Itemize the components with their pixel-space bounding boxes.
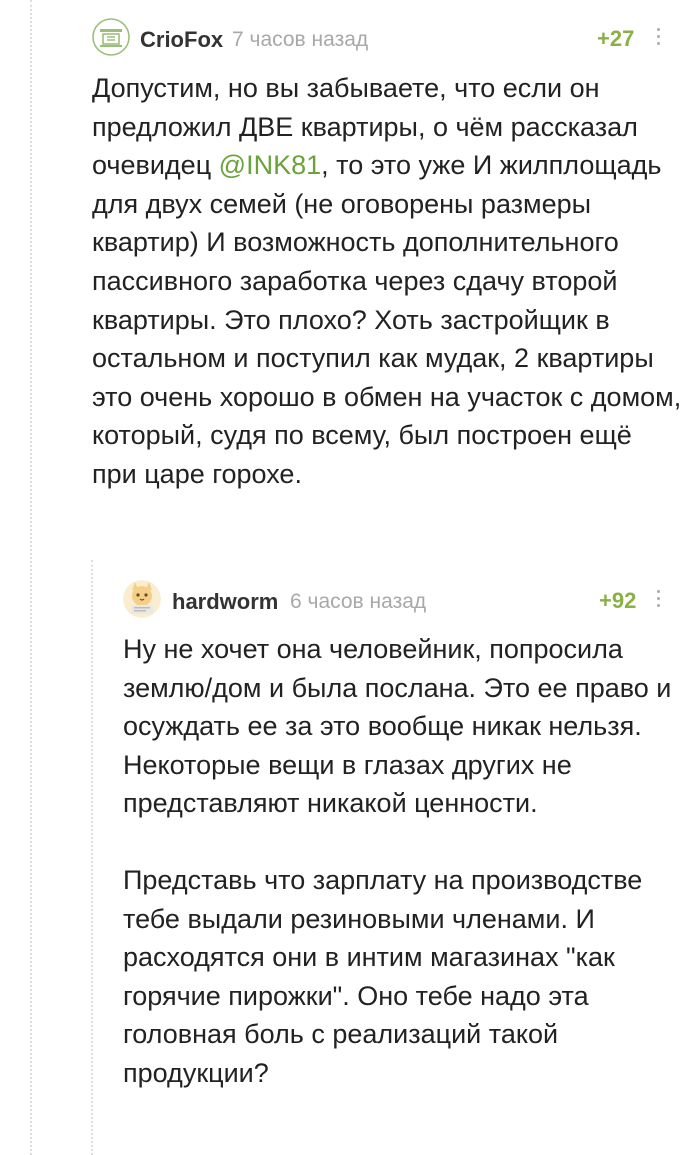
author-link[interactable]: CrioFox bbox=[140, 27, 223, 53]
comment-rating[interactable]: +92 bbox=[599, 588, 636, 614]
comment-timestamp: 7 часов назад bbox=[232, 28, 369, 51]
comment-rating[interactable]: +27 bbox=[597, 26, 634, 52]
default-avatar-icon[interactable] bbox=[92, 18, 130, 56]
comment-body: Ну не хочет она человейник, попросила зе… bbox=[123, 630, 682, 1093]
comment: CrioFox 7 часов назад +27 Допустим, но в… bbox=[92, 18, 682, 494]
cat-avatar-icon[interactable] bbox=[123, 580, 161, 618]
more-options-icon[interactable] bbox=[652, 586, 664, 614]
user-mention-link[interactable]: @INK81 bbox=[219, 150, 321, 180]
thread-line-reply[interactable] bbox=[91, 560, 93, 1155]
comment-timestamp: 6 часов назад bbox=[290, 590, 427, 613]
comment-header: CrioFox 7 часов назад +27 bbox=[92, 18, 682, 62]
reply-comment: hardworm 6 часов назад +92 Ну не хочет о… bbox=[123, 580, 682, 1093]
author-link[interactable]: hardworm bbox=[172, 589, 278, 615]
comment-paragraph: Ну не хочет она человейник, попросила зе… bbox=[123, 634, 672, 819]
thread-line-root[interactable] bbox=[30, 0, 32, 1155]
comment-paragraph: Представь что зарплату на производстве т… bbox=[123, 864, 643, 1088]
more-options-icon[interactable] bbox=[652, 24, 664, 52]
comment-text: , то это уже И жилплощадь для двух семей… bbox=[92, 150, 682, 489]
comment-header: hardworm 6 часов назад +92 bbox=[123, 580, 682, 624]
comment-body: Допустим, но вы забываете, что если он п… bbox=[92, 69, 682, 494]
